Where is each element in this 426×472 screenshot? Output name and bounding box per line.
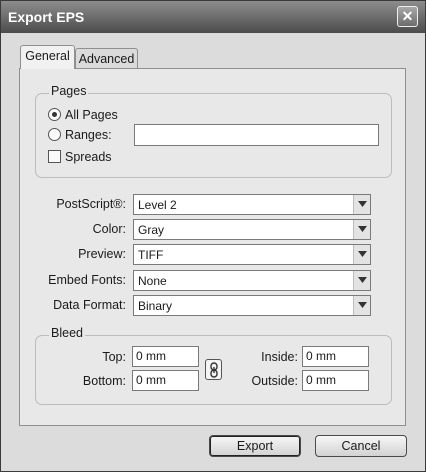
link-bleed-button[interactable] bbox=[205, 359, 222, 380]
ranges-radio[interactable] bbox=[48, 128, 61, 141]
spreads-checkbox[interactable] bbox=[48, 150, 61, 163]
ranges-input[interactable] bbox=[134, 124, 379, 146]
preview-value: TIFF bbox=[138, 248, 164, 262]
color-label: Color: bbox=[92, 222, 126, 236]
ranges-label[interactable]: Ranges: bbox=[65, 128, 112, 142]
data-format-value: Binary bbox=[138, 299, 173, 313]
embed-fonts-select[interactable]: None bbox=[133, 270, 371, 291]
bleed-inside-label: Inside: bbox=[261, 350, 298, 364]
close-button[interactable]: ✕ bbox=[397, 6, 418, 27]
bleed-outside-label: Outside: bbox=[251, 374, 298, 388]
bleed-top-label: Top: bbox=[102, 350, 126, 364]
data-format-select[interactable]: Binary bbox=[133, 295, 371, 316]
embed-fonts-value: None bbox=[138, 274, 167, 288]
bleed-group-label: Bleed bbox=[49, 326, 85, 340]
all-pages-label[interactable]: All Pages bbox=[65, 108, 118, 122]
color-value: Gray bbox=[138, 223, 165, 237]
color-select[interactable]: Gray bbox=[133, 219, 371, 240]
tab-advanced[interactable]: Advanced bbox=[75, 48, 138, 70]
chevron-down-icon bbox=[353, 220, 370, 239]
chevron-down-icon bbox=[353, 245, 370, 264]
chain-link-icon bbox=[210, 362, 218, 378]
bleed-bottom-input[interactable]: 0 mm bbox=[132, 370, 199, 391]
bleed-top-input[interactable]: 0 mm bbox=[132, 346, 199, 367]
spreads-label[interactable]: Spreads bbox=[65, 150, 112, 164]
tab-general[interactable]: General bbox=[20, 45, 75, 69]
bleed-inside-input[interactable]: 0 mm bbox=[302, 346, 369, 367]
preview-label: Preview: bbox=[78, 247, 126, 261]
chevron-down-icon bbox=[353, 195, 370, 214]
export-eps-dialog: Export EPS ✕ Advanced General Pages All … bbox=[0, 0, 426, 472]
data-format-label: Data Format: bbox=[53, 298, 126, 312]
close-icon: ✕ bbox=[401, 8, 414, 24]
chevron-down-icon bbox=[353, 296, 370, 315]
pages-group-label: Pages bbox=[49, 84, 89, 98]
embed-fonts-label: Embed Fonts: bbox=[48, 273, 126, 287]
postscript-value: Level 2 bbox=[138, 198, 177, 212]
postscript-label: PostScript®: bbox=[56, 197, 126, 211]
cancel-button[interactable]: Cancel bbox=[315, 435, 407, 457]
bleed-outside-input[interactable]: 0 mm bbox=[302, 370, 369, 391]
dialog-title: Export EPS bbox=[8, 9, 85, 25]
bleed-bottom-label: Bottom: bbox=[82, 374, 126, 388]
all-pages-radio[interactable] bbox=[48, 108, 61, 121]
preview-select[interactable]: TIFF bbox=[133, 244, 371, 265]
export-button[interactable]: Export bbox=[209, 435, 301, 457]
postscript-select[interactable]: Level 2 bbox=[133, 194, 371, 215]
title-bar: Export EPS ✕ bbox=[1, 1, 425, 33]
chevron-down-icon bbox=[353, 271, 370, 290]
